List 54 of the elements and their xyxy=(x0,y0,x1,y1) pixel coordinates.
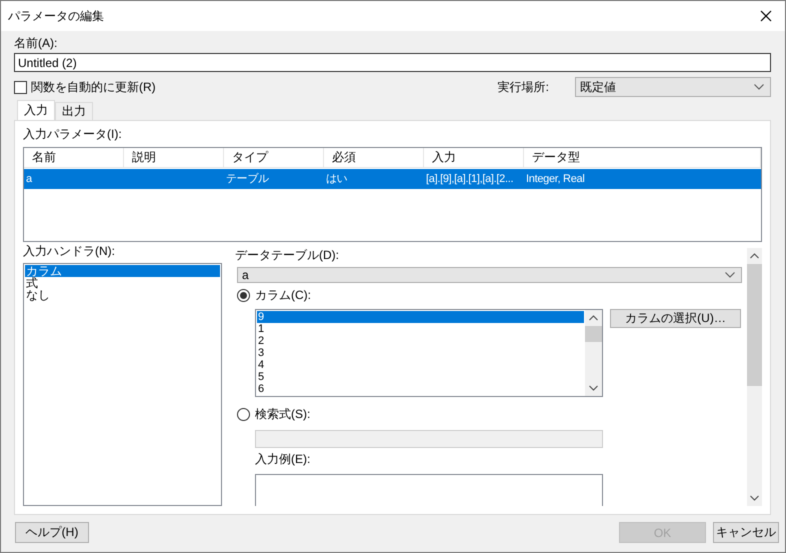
chevron-down-icon xyxy=(589,385,598,391)
list-item[interactable]: 9 xyxy=(257,311,584,323)
tab[interactable]: 出力 xyxy=(55,102,93,120)
input-parameters-label: 入力パラメータ(I): xyxy=(23,127,123,142)
column-header[interactable]: タイプ xyxy=(224,148,324,167)
list-item[interactable]: 5 xyxy=(257,371,584,383)
example-label: 入力例(E): xyxy=(255,452,312,467)
chevron-down-icon xyxy=(725,272,735,278)
tab[interactable]: 入力 xyxy=(17,100,55,120)
dialog-button[interactable]: ヘルプ(H) xyxy=(15,522,89,543)
column-header[interactable]: 名前 xyxy=(24,148,124,167)
column-header[interactable]: 入力 xyxy=(424,148,524,167)
column-header[interactable]: 説明 xyxy=(124,148,224,167)
table-cell: a xyxy=(26,173,32,185)
chevron-down-icon xyxy=(750,495,759,501)
list-item[interactable]: 3 xyxy=(257,347,584,359)
name-field[interactable]: Untitled (2) xyxy=(14,53,771,72)
execution-location-label: 実行場所: xyxy=(498,80,549,94)
execution-location-dropdown[interactable]: 既定値 xyxy=(575,77,771,97)
input-handlers-label: 入力ハンドラ(N): xyxy=(23,244,116,259)
scrollbar[interactable] xyxy=(747,248,762,506)
chevron-up-icon xyxy=(750,253,759,259)
radio-button[interactable] xyxy=(237,408,250,421)
data-table-label: データテーブル(D): xyxy=(235,248,340,263)
list-item[interactable]: 6 xyxy=(257,383,584,395)
select-columns-button[interactable]: カラムの選択(U)… xyxy=(610,309,741,328)
auto-update-label[interactable]: 関数を自動的に更新(R) xyxy=(31,80,156,94)
list-item[interactable]: カラム xyxy=(25,265,220,277)
checkbox[interactable] xyxy=(14,80,27,94)
table-cell: はい xyxy=(326,173,348,185)
chevron-down-icon xyxy=(754,84,764,90)
window-title: パラメータの編集 xyxy=(8,8,104,24)
scrollbar-thumb[interactable] xyxy=(585,326,602,342)
list-item[interactable]: 1 xyxy=(257,323,584,335)
scrollbar[interactable] xyxy=(585,310,602,396)
name-label: 名前(A): xyxy=(14,36,58,51)
column-header[interactable]: データ型 xyxy=(524,148,761,167)
table-cell: Integer, Real xyxy=(526,173,584,185)
radio-button[interactable] xyxy=(237,289,250,302)
scrollbar-thumb[interactable] xyxy=(747,264,762,386)
list-item[interactable]: 式 xyxy=(25,277,220,289)
table-cell: [a].[9],[a].[1],[a].[2... xyxy=(426,173,514,185)
table-row[interactable]: a テーブル はい [a].[9],[a].[1],[a].[2... Integer, Real xyxy=(24,169,761,189)
list-item[interactable]: 4 xyxy=(257,359,584,371)
dialog-button[interactable]: キャンセル xyxy=(713,522,779,543)
table-cell: テーブル xyxy=(226,173,269,185)
column-header[interactable]: 必須 xyxy=(324,148,424,167)
close-icon[interactable] xyxy=(760,10,772,22)
list-item[interactable]: なし xyxy=(25,289,220,301)
chevron-up-icon xyxy=(589,315,598,321)
data-table-dropdown[interactable]: a xyxy=(237,267,742,283)
list-item[interactable]: 2 xyxy=(257,335,584,347)
column-option-label[interactable]: カラム(C): xyxy=(255,288,311,303)
search-option-label[interactable]: 検索式(S): xyxy=(255,407,310,422)
